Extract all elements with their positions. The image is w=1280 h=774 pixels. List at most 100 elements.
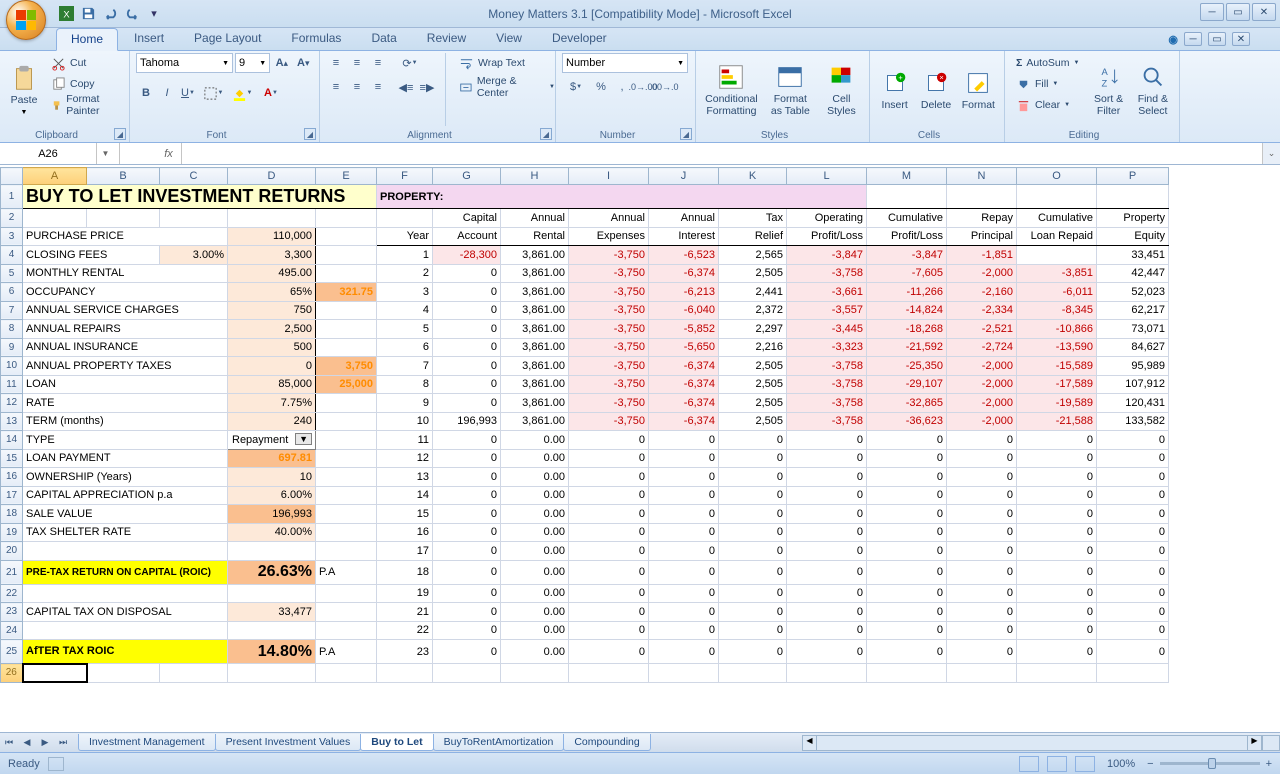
cell[interactable]: 0 [947,431,1017,450]
cell[interactable]: 107,912 [1097,375,1169,394]
cell[interactable]: 0 [1017,560,1097,584]
cell[interactable]: 0.00 [501,560,569,584]
cell[interactable] [1017,246,1097,265]
ribbon-tab-developer[interactable]: Developer [538,28,621,50]
cell[interactable]: BUY TO LET INVESTMENT RETURNS [23,185,377,209]
cell[interactable] [87,209,160,228]
undo-button[interactable] [100,4,120,24]
cell[interactable]: 0 [1097,560,1169,584]
cell[interactable]: Relief [719,227,787,246]
cell[interactable]: 0 [1097,449,1169,468]
cell[interactable]: 2,505 [719,394,787,413]
cell[interactable]: -6,374 [649,357,719,376]
fill-button[interactable]: Fill ▼ [1011,74,1084,94]
indent-inc[interactable]: ≡▶ [417,77,437,97]
cell[interactable]: 0 [1097,603,1169,622]
cell[interactable] [228,209,316,228]
cell[interactable]: 0 [947,486,1017,505]
col-hdr[interactable]: I [569,168,649,185]
col-hdr[interactable]: E [316,168,377,185]
cell[interactable]: -6,040 [649,301,719,320]
cell[interactable]: 0 [433,283,501,302]
cell[interactable]: 7.75% [228,394,316,413]
cell[interactable]: -15,589 [1017,357,1097,376]
cell[interactable]: 0 [228,357,316,376]
cell[interactable]: -29,107 [867,375,947,394]
cell[interactable]: 0 [867,584,947,603]
ribbon-tab-home[interactable]: Home [56,28,118,51]
tab-last[interactable]: ⏭ [54,735,72,751]
cell[interactable]: 0 [433,375,501,394]
cell[interactable]: -6,011 [1017,283,1097,302]
cell[interactable]: RATE [23,394,228,413]
clipboard-dialog[interactable]: ◢ [114,128,126,140]
cell[interactable]: 2,500 [228,320,316,339]
format-painter-button[interactable]: Format Painter [46,95,123,115]
sheet[interactable]: ABCDEFGHIJKLMNOP1BUY TO LET INVESTMENT R… [0,167,1280,752]
ribbon-tab-formulas[interactable]: Formulas [277,28,355,50]
cell[interactable]: 0 [649,486,719,505]
cell[interactable] [23,542,228,561]
col-hdr[interactable]: P [1097,168,1169,185]
cell[interactable]: -6,374 [649,412,719,431]
cell[interactable]: 0 [433,505,501,524]
cell[interactable] [160,664,228,683]
cell[interactable]: 3,861.00 [501,375,569,394]
cell[interactable]: 0 [569,621,649,640]
cell[interactable]: 0 [649,560,719,584]
row-hdr[interactable]: 2 [1,209,23,228]
cell[interactable]: 17 [377,542,433,561]
halign-right[interactable]: ≡ [368,77,388,97]
cell[interactable]: -3,750 [569,412,649,431]
cell[interactable] [316,486,377,505]
cell[interactable]: ANNUAL SERVICE CHARGES [23,301,228,320]
cell[interactable]: 0 [719,486,787,505]
cell[interactable]: 0 [867,468,947,487]
cell[interactable]: CLOSING FEES [23,246,160,265]
cell[interactable]: 26.63% [228,560,316,584]
cell[interactable]: LOAN PAYMENT [23,449,228,468]
valign-top[interactable]: ≡ [326,53,346,73]
cell[interactable]: Annual [501,209,569,228]
cell[interactable]: Repayment [228,431,316,450]
row-hdr[interactable]: 23 [1,603,23,622]
cell[interactable]: 0 [1097,505,1169,524]
cell[interactable]: 52,023 [1097,283,1169,302]
help-icon[interactable]: ◉ [1168,33,1178,46]
col-hdr[interactable]: K [719,168,787,185]
cell[interactable]: 196,993 [433,412,501,431]
cell[interactable] [1097,664,1169,683]
sheet-tab[interactable]: Buy to Let [360,734,433,751]
paste-button[interactable]: Paste ▼ [6,53,42,126]
cell[interactable]: TYPE [23,431,228,450]
cell[interactable]: 0 [867,449,947,468]
cell[interactable]: 0.00 [501,640,569,664]
col-hdr[interactable]: M [867,168,947,185]
cell[interactable]: 0 [719,542,787,561]
font-name-combo[interactable]: Tahoma▼ [136,53,233,73]
cell[interactable]: 0 [1017,486,1097,505]
fill-color-button[interactable]: ▼ [228,83,256,103]
cell[interactable]: 0 [947,584,1017,603]
cell[interactable]: 3,861.00 [501,412,569,431]
close-button[interactable]: ✕ [1252,3,1276,21]
ribbon-tab-data[interactable]: Data [357,28,410,50]
cell[interactable]: 0 [649,584,719,603]
cell[interactable] [316,584,377,603]
cell[interactable]: 3,750 [316,357,377,376]
cell[interactable]: 0 [867,542,947,561]
sheet-tab[interactable]: Compounding [563,734,650,751]
cell[interactable]: 2,505 [719,357,787,376]
cell[interactable]: -6,374 [649,394,719,413]
cell[interactable]: 0 [947,523,1017,542]
tab-prev[interactable]: ◀ [18,735,36,751]
row-hdr[interactable]: 26 [1,664,23,683]
col-hdr[interactable]: L [787,168,867,185]
cell[interactable]: 3,861.00 [501,357,569,376]
cell[interactable] [228,664,316,683]
cell[interactable]: 14 [377,486,433,505]
cell[interactable]: 8 [377,375,433,394]
cell[interactable]: Principal [947,227,1017,246]
col-hdr[interactable]: C [160,168,228,185]
cell[interactable]: 0 [787,584,867,603]
